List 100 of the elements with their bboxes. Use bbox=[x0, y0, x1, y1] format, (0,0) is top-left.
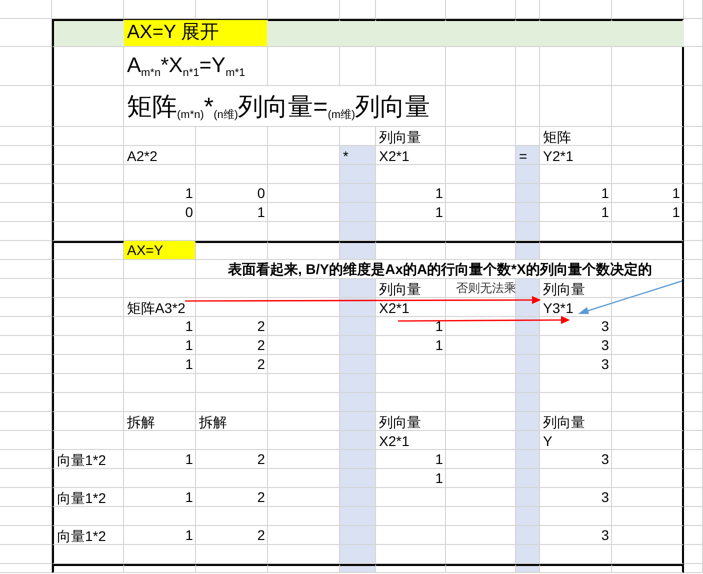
grid-cell bbox=[684, 469, 703, 488]
grid-cell bbox=[0, 336, 52, 355]
cell-value: 1 bbox=[185, 450, 194, 468]
cell-text: 拆解 bbox=[126, 414, 155, 430]
cell-value: 1 bbox=[185, 526, 194, 544]
cell-value: 2 bbox=[257, 355, 266, 373]
grid-cell bbox=[684, 336, 703, 355]
grid-cell bbox=[516, 393, 540, 412]
cell-value: 2 bbox=[257, 450, 266, 468]
grid-cell bbox=[612, 317, 684, 336]
grid-cell bbox=[0, 260, 52, 279]
grid-cell bbox=[0, 184, 52, 203]
grid-cell bbox=[612, 336, 684, 355]
grid-cell bbox=[52, 127, 124, 146]
grid-cell bbox=[340, 374, 376, 393]
grid-cell bbox=[0, 469, 52, 488]
grid-cell bbox=[612, 450, 684, 469]
grid-cell bbox=[612, 19, 684, 47]
grid-cell bbox=[684, 222, 703, 241]
cell-value: 2 bbox=[257, 488, 266, 506]
cell-value: 2 bbox=[257, 317, 266, 335]
grid-cell bbox=[540, 47, 612, 86]
cell-text: = bbox=[518, 148, 528, 164]
formula-text: A$_{m*n}$*X$_{n*1}$=Y$_{m*1}$ bbox=[126, 53, 246, 81]
cell-text: 列向量 bbox=[378, 281, 421, 297]
grid-cell bbox=[516, 507, 540, 526]
grid-cell bbox=[684, 127, 703, 146]
grid-cell bbox=[612, 86, 684, 127]
cell-text: 向量1*2 bbox=[56, 490, 106, 506]
sheet-title: AX=Y 展开 bbox=[124, 20, 267, 46]
grid-cell bbox=[52, 260, 124, 279]
grid-cell bbox=[52, 393, 124, 412]
cell-value: 1 bbox=[435, 317, 444, 335]
grid-cell bbox=[516, 545, 540, 564]
cell-text: A2*2 bbox=[126, 148, 158, 164]
cell-value: 1 bbox=[672, 203, 681, 221]
grid-cell bbox=[0, 317, 52, 336]
grid-cell bbox=[376, 374, 446, 393]
grid-cell bbox=[0, 393, 52, 412]
cell-value: 1 bbox=[185, 184, 194, 202]
grid-cell bbox=[0, 412, 52, 431]
grid-cell bbox=[0, 279, 52, 298]
grid-cell bbox=[124, 260, 196, 279]
grid-cell bbox=[684, 450, 703, 469]
cell-text: 列向量 bbox=[542, 414, 585, 430]
grid-cell bbox=[684, 374, 703, 393]
cell-text: Y3*1 bbox=[542, 300, 574, 316]
grid-cell bbox=[376, 507, 446, 526]
cell-value: 1 bbox=[185, 488, 194, 506]
cell-text: Y2*1 bbox=[542, 148, 574, 164]
grid-cell bbox=[684, 19, 703, 47]
cell-value: 1 bbox=[435, 203, 444, 221]
grid-cell bbox=[516, 469, 540, 488]
grid-cell bbox=[684, 260, 703, 279]
grid-cell bbox=[684, 564, 703, 573]
cell-text: 向量1*2 bbox=[56, 452, 106, 468]
cell-value: 1 bbox=[185, 336, 194, 354]
grid-cell bbox=[684, 507, 703, 526]
grid-cell bbox=[612, 47, 684, 86]
grid-cell bbox=[340, 488, 376, 507]
formula-text: 矩阵$_{(m*n)}$*$_{(n维)}$列向量=$_{(m维)}$列向量 bbox=[126, 92, 430, 123]
grid-cell bbox=[196, 279, 268, 298]
grid-cell bbox=[684, 279, 703, 298]
grid-cell bbox=[684, 146, 703, 165]
cell-value: 1 bbox=[435, 184, 444, 202]
grid-cell bbox=[0, 507, 52, 526]
grid-cell bbox=[0, 47, 52, 86]
cell-value: 3 bbox=[601, 526, 610, 544]
cell-value: 3 bbox=[601, 450, 610, 468]
grid-cell bbox=[0, 241, 52, 260]
grid-cell bbox=[684, 298, 703, 317]
grid-cell bbox=[612, 564, 684, 573]
grid-cell bbox=[340, 355, 376, 374]
grid-cell bbox=[612, 127, 684, 146]
cell-text: 向量1*2 bbox=[56, 528, 106, 544]
grid-cell bbox=[612, 298, 684, 317]
grid-cell bbox=[0, 0, 52, 19]
cell-value: 1 bbox=[601, 184, 610, 202]
grid-cell bbox=[340, 241, 376, 260]
grid-cell bbox=[0, 545, 52, 564]
grid-cell bbox=[612, 355, 684, 374]
grid-cell bbox=[0, 203, 52, 222]
cell-text: 列向量 bbox=[542, 281, 585, 297]
grid-cell bbox=[340, 545, 376, 564]
cell-value: 1 bbox=[435, 336, 444, 354]
grid-cell bbox=[612, 412, 684, 431]
grid-cell bbox=[124, 564, 196, 573]
grid-cell bbox=[52, 564, 124, 573]
cell-text: X2*1 bbox=[378, 300, 410, 316]
grid-cell bbox=[684, 393, 703, 412]
grid-cell bbox=[612, 488, 684, 507]
grid-cell bbox=[684, 355, 703, 374]
grid-cell bbox=[0, 564, 52, 573]
cell-text: * bbox=[342, 148, 348, 164]
grid-cell bbox=[516, 241, 540, 260]
cell-text: 拆解 bbox=[198, 414, 227, 430]
grid-cell bbox=[516, 222, 540, 241]
grid-cell bbox=[340, 222, 376, 241]
cell-value: 1 bbox=[185, 355, 194, 373]
grid-cell bbox=[516, 374, 540, 393]
